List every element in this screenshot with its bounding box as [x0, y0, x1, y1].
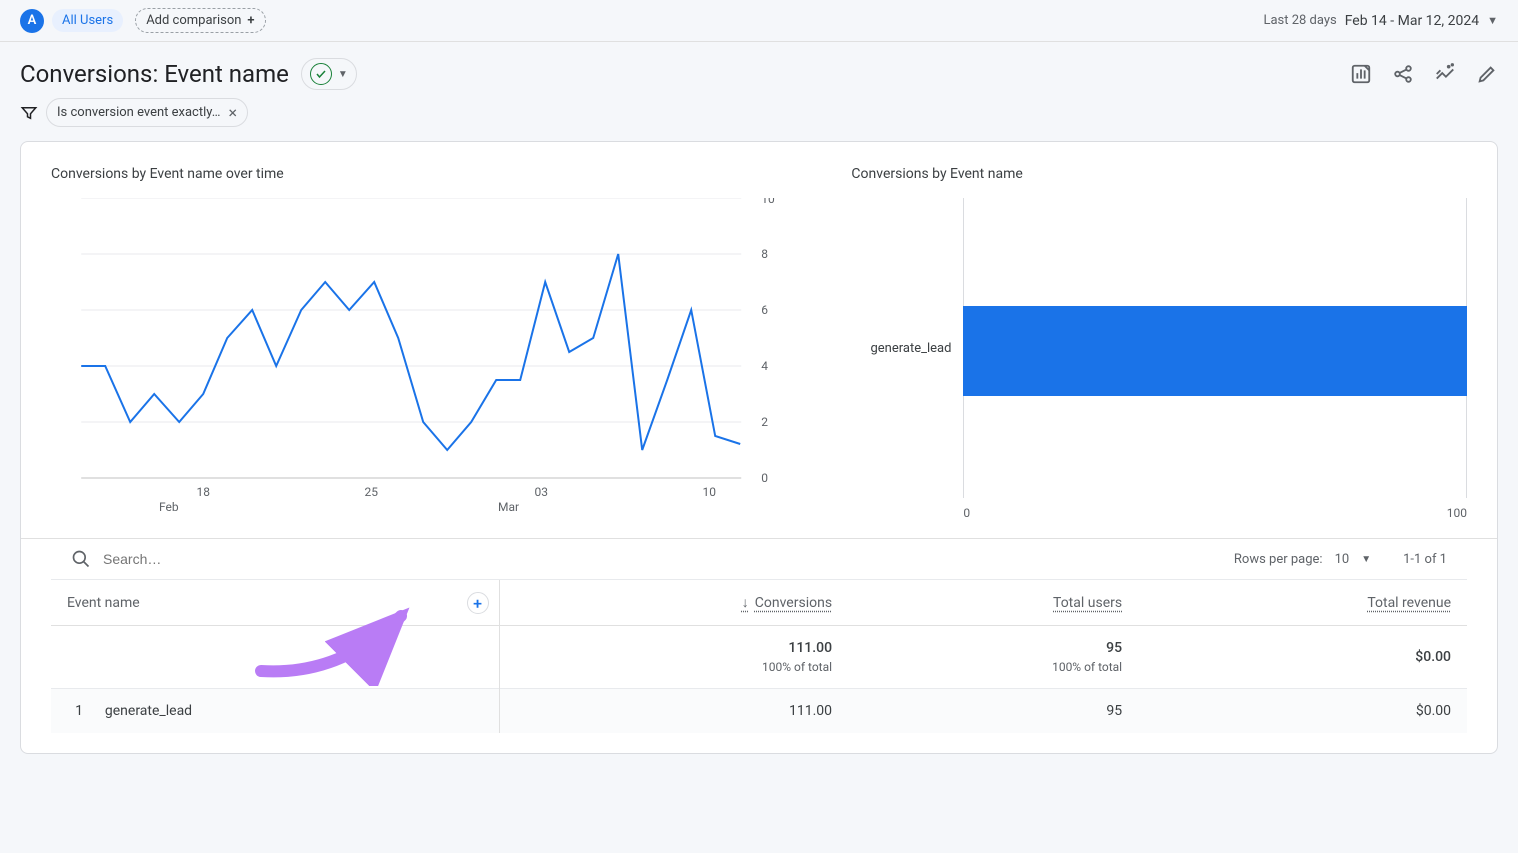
- chevron-down-icon[interactable]: ▼: [1361, 554, 1371, 565]
- table-row[interactable]: 1 generate_lead 111.00 95 $0.00: [51, 689, 1467, 734]
- total-revenue: $0.00: [1415, 649, 1451, 665]
- x-axis-month-feb: Feb: [159, 500, 179, 514]
- date-context-label: Last 28 days: [1263, 13, 1336, 28]
- rows-per-page-value[interactable]: 10: [1335, 552, 1350, 567]
- data-table: Event name + ↓Conversions Total users To…: [51, 580, 1467, 733]
- svg-text:03: 03: [534, 485, 548, 498]
- chevron-down-icon: ▼: [338, 69, 348, 80]
- date-range-picker[interactable]: Feb 14 - Mar 12, 2024: [1345, 13, 1479, 29]
- title-status-dropdown[interactable]: ▼: [301, 58, 357, 90]
- rows-per-page-label: Rows per page:: [1234, 552, 1323, 567]
- svg-text:25: 25: [364, 485, 378, 498]
- line-chart[interactable]: 10 8 6 4 2 0 18 25 03 10 Feb Mar: [51, 198, 811, 498]
- svg-text:10: 10: [702, 485, 716, 498]
- col-total-users[interactable]: Total users: [848, 580, 1138, 626]
- line-chart-title: Conversions by Event name over time: [51, 166, 811, 182]
- totals-row: 111.00 100% of total 95 100% of total $0.0…: [51, 626, 1467, 689]
- search-icon[interactable]: [71, 549, 91, 569]
- row-event: generate_lead: [105, 703, 192, 719]
- pagination-info: 1-1 of 1: [1403, 552, 1447, 567]
- check-circle-icon: [310, 63, 332, 85]
- filter-chip-label: Is conversion event exactly…: [57, 105, 220, 120]
- total-users: 95: [1106, 640, 1122, 656]
- chevron-down-icon[interactable]: ▼: [1487, 14, 1498, 27]
- bar-axis-min: 0: [963, 506, 970, 520]
- add-comparison-label: Add comparison: [146, 13, 241, 28]
- filter-chip[interactable]: Is conversion event exactly… ×: [46, 98, 248, 127]
- insights-icon[interactable]: [1434, 63, 1456, 85]
- svg-text:10: 10: [761, 198, 775, 206]
- svg-text:8: 8: [761, 247, 768, 261]
- filter-icon[interactable]: [20, 104, 38, 122]
- x-axis-month-mar: Mar: [498, 500, 519, 514]
- col-event-name[interactable]: Event name: [67, 595, 140, 611]
- row-conversions: 111.00: [499, 689, 848, 734]
- report-card: Conversions by Event name over time 10 8…: [20, 141, 1498, 754]
- row-index: 1: [67, 703, 91, 719]
- row-revenue: $0.00: [1138, 689, 1467, 734]
- svg-text:2: 2: [761, 415, 768, 429]
- share-icon[interactable]: [1392, 63, 1414, 85]
- row-users: 95: [848, 689, 1138, 734]
- bar-fill: [963, 306, 1467, 396]
- bar-category-label: generate_lead: [851, 341, 951, 356]
- add-dimension-button[interactable]: +: [467, 592, 489, 614]
- svg-text:6: 6: [761, 303, 768, 317]
- col-conversions[interactable]: ↓Conversions: [499, 580, 848, 626]
- total-users-sub: 100% of total: [864, 660, 1122, 674]
- search-input[interactable]: [103, 551, 1222, 567]
- close-icon[interactable]: ×: [228, 103, 237, 122]
- page-title: Conversions: Event name: [20, 60, 289, 88]
- bar-axis-max: 100: [1447, 506, 1467, 520]
- segment-all-users[interactable]: All Users: [52, 9, 123, 32]
- bar-chart-title: Conversions by Event name: [851, 166, 1467, 182]
- svg-text:0: 0: [761, 471, 768, 485]
- plus-icon: +: [247, 13, 254, 28]
- customize-report-icon[interactable]: [1350, 63, 1372, 85]
- svg-text:18: 18: [196, 485, 210, 498]
- col-total-revenue[interactable]: Total revenue: [1138, 580, 1467, 626]
- svg-text:4: 4: [761, 359, 768, 373]
- segment-badge: A: [20, 9, 44, 33]
- edit-icon[interactable]: [1476, 63, 1498, 85]
- total-conversions-sub: 100% of total: [516, 660, 833, 674]
- total-conversions: 111.00: [788, 640, 832, 656]
- add-comparison-button[interactable]: Add comparison +: [135, 8, 265, 33]
- bar-chart[interactable]: generate_lead 0 100: [851, 198, 1467, 498]
